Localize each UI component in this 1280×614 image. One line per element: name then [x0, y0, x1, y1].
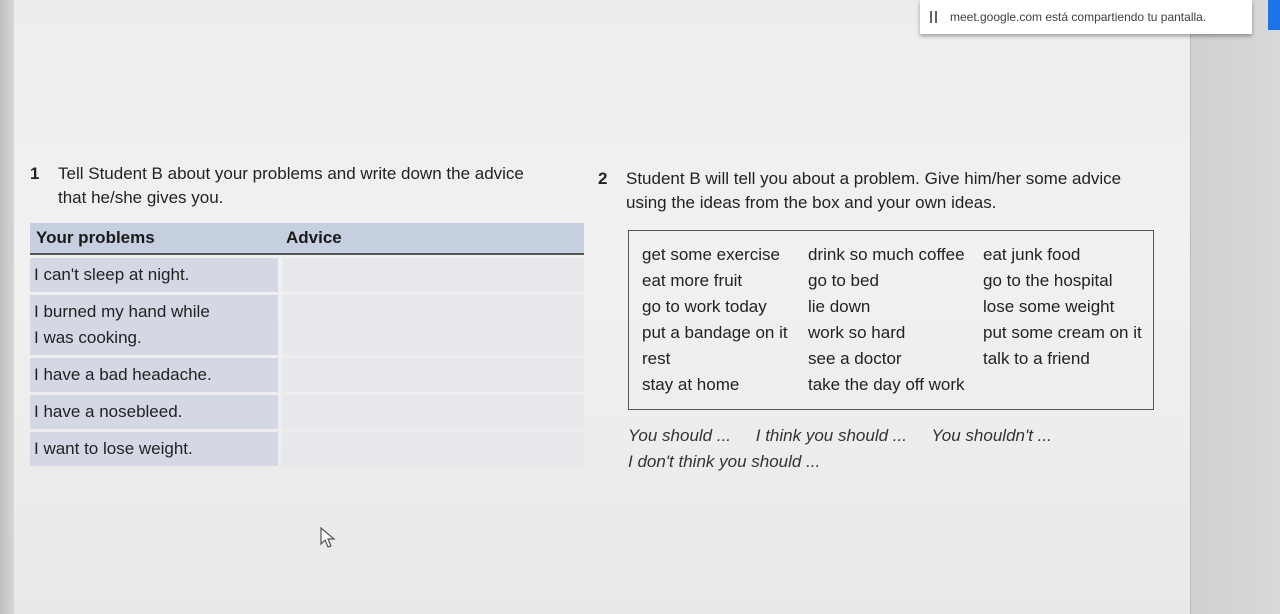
- idea-item: drink so much coffee: [808, 245, 965, 264]
- idea-item: rest: [642, 349, 671, 368]
- problem-text: I was cooking.: [34, 328, 142, 347]
- idea-item: work so hard: [808, 323, 906, 342]
- problem-cell: I want to lose weight.: [30, 432, 278, 466]
- ideas-box: get some exercise eat more fruit go to w…: [628, 230, 1154, 410]
- useful-phrases: You should ... I think you should ... Yo…: [628, 423, 1072, 475]
- advice-cell[interactable]: [282, 395, 584, 429]
- problem-cell: I can't sleep at night.: [30, 258, 278, 292]
- header-advice: Advice: [286, 228, 342, 247]
- idea-item: take the day off work: [808, 375, 965, 394]
- exercise-2-number: 2: [598, 169, 608, 188]
- exercise-1-number: 1: [30, 164, 40, 183]
- table-row: I have a nosebleed.: [30, 392, 584, 429]
- idea-item: go to bed: [808, 271, 879, 290]
- table-row: I burned my hand while I was cooking.: [30, 292, 584, 355]
- idea-item: put some cream on it: [983, 323, 1142, 342]
- problem-text: I have a bad headache.: [34, 365, 212, 384]
- share-tab[interactable]: [1268, 0, 1280, 30]
- problem-cell: I burned my hand while I was cooking.: [30, 295, 278, 355]
- share-banner-text: meet.google.com está compartiendo tu pan…: [950, 10, 1207, 24]
- pause-icon[interactable]: [930, 11, 942, 23]
- idea-item: go to work today: [642, 297, 767, 316]
- exercise-2-line2: using the ideas from the box and your ow…: [626, 193, 997, 212]
- advice-cell[interactable]: [282, 295, 584, 355]
- table-row: I have a bad headache.: [30, 355, 584, 392]
- exercise-1-line1: Tell Student B about your problems and w…: [58, 164, 524, 183]
- phrase: You shouldn't ...: [931, 426, 1052, 445]
- problem-text: I can't sleep at night.: [34, 265, 190, 284]
- idea-item: eat junk food: [983, 245, 1081, 264]
- mouse-cursor-icon: [320, 527, 336, 548]
- idea-item: get some exercise: [642, 245, 780, 264]
- problem-cell: I have a nosebleed.: [30, 395, 278, 429]
- table-row: I want to lose weight.: [30, 429, 584, 466]
- idea-item: go to the hospital: [983, 271, 1113, 290]
- problem-text: I have a nosebleed.: [34, 402, 183, 421]
- table-row: I can't sleep at night.: [30, 255, 584, 292]
- phrase: You should ...: [628, 426, 732, 445]
- left-edge: [0, 0, 14, 614]
- problem-text: I want to lose weight.: [34, 439, 193, 458]
- advice-cell[interactable]: [282, 258, 584, 292]
- problems-table: Your problems Advice I can't sleep at ni…: [30, 223, 584, 466]
- header-problems: Your problems: [36, 228, 155, 247]
- idea-item: lie down: [808, 297, 871, 316]
- right-edge: [1190, 0, 1280, 614]
- advice-cell[interactable]: [282, 432, 584, 466]
- phrase: I think you should ...: [755, 426, 907, 445]
- advice-cell[interactable]: [282, 358, 584, 392]
- problem-text: I burned my hand while: [34, 302, 210, 321]
- exercise-1-instructions: 1 Tell Student B about your problems and …: [30, 162, 570, 210]
- idea-item: stay at home: [642, 375, 740, 394]
- screen-share-banner[interactable]: meet.google.com está compartiendo tu pan…: [920, 0, 1252, 34]
- problem-cell: I have a bad headache.: [30, 358, 278, 392]
- idea-item: eat more fruit: [642, 271, 743, 290]
- exercise-2-line1: Student B will tell you about a problem.…: [626, 169, 1122, 188]
- phrase: I don't think you should ...: [628, 452, 821, 471]
- exercise-1-line2: that he/she gives you.: [58, 188, 224, 207]
- exercise-2-instructions: 2 Student B will tell you about a problem…: [598, 167, 1178, 215]
- idea-item: see a doctor: [808, 349, 902, 368]
- idea-item: lose some weight: [983, 297, 1115, 316]
- idea-item: put a bandage on it: [642, 323, 788, 342]
- idea-item: talk to a friend: [983, 349, 1090, 368]
- table-header: Your problems Advice: [30, 223, 584, 255]
